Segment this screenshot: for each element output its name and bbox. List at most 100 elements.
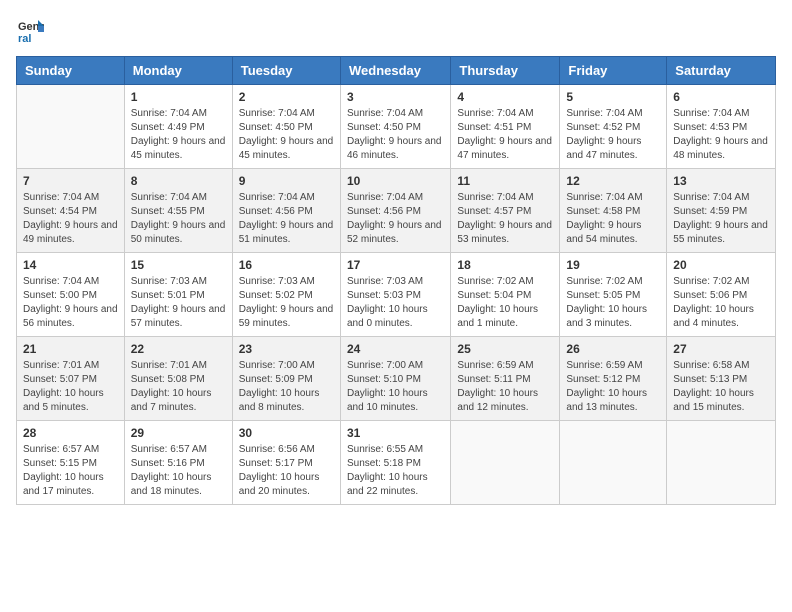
day-info: Sunrise: 6:58 AMSunset: 5:13 PMDaylight:… [673,359,769,415]
day-number: 3 [347,90,444,104]
daylight-text: Daylight: 10 hours and 0 minutes. [347,304,428,329]
calendar-cell: 7Sunrise: 7:04 AMSunset: 4:54 PMDaylight… [17,169,125,253]
calendar-week-row: 21Sunrise: 7:01 AMSunset: 5:07 PMDayligh… [17,337,776,421]
day-info: Sunrise: 7:02 AMSunset: 5:06 PMDaylight:… [673,275,769,331]
sunset-text: Sunset: 5:04 PM [457,290,531,301]
sunset-text: Sunset: 5:03 PM [347,290,421,301]
day-number: 31 [347,426,444,440]
calendar-cell: 27Sunrise: 6:58 AMSunset: 5:13 PMDayligh… [667,337,776,421]
daylight-text: Daylight: 10 hours and 7 minutes. [131,388,212,413]
sunset-text: Sunset: 5:02 PM [239,290,313,301]
calendar-cell: 5Sunrise: 7:04 AMSunset: 4:52 PMDaylight… [560,85,667,169]
sunset-text: Sunset: 5:07 PM [23,374,97,385]
daylight-text: Daylight: 9 hours and 51 minutes. [239,220,334,245]
calendar-cell: 17Sunrise: 7:03 AMSunset: 5:03 PMDayligh… [340,253,450,337]
sunset-text: Sunset: 4:58 PM [566,206,640,217]
sunset-text: Sunset: 4:51 PM [457,122,531,133]
calendar-cell: 29 Sunrise: 6:57 AM Sunset: 5:16 PM Dayligh… [124,421,232,505]
sunset-text: Sunset: 4:53 PM [673,122,747,133]
day-info: Sunrise: 7:04 AMSunset: 4:56 PMDaylight:… [347,191,444,247]
sunset-text: Sunset: 5:06 PM [673,290,747,301]
day-info: Sunrise: 7:04 AMSunset: 4:50 PMDaylight:… [239,107,334,163]
sunset-text: Sunset: 5:00 PM [23,290,97,301]
sunset-text: Sunset: 4:50 PM [239,122,313,133]
day-info: Sunrise: 7:04 AMSunset: 4:52 PMDaylight:… [566,107,660,163]
day-info: Sunrise: 7:04 AMSunset: 4:58 PMDaylight:… [566,191,660,247]
day-info: Sunrise: 6:57 AM Sunset: 5:16 PM Daylight:… [131,443,226,499]
day-info: Sunrise: 6:59 AMSunset: 5:11 PMDaylight:… [457,359,553,415]
day-number: 5 [566,90,660,104]
day-info: Sunrise: 6:57 AMSunset: 5:15 PMDaylight:… [23,443,118,499]
calendar-cell: 24 Sunrise: 7:00 AMSunset: 5:10 PMDayligh… [340,337,450,421]
day-info: Sunrise: 7:00 AMSunset: 5:09 PMDaylight:… [239,359,334,415]
sunrise-text: Sunrise: 6:57 AM [23,444,99,455]
calendar-cell: 12Sunrise: 7:04 AMSunset: 4:58 PMDayligh… [560,169,667,253]
sunrise-text: Sunrise: 7:04 AM [131,108,207,119]
day-number: 15 [131,258,226,272]
calendar-cell: 13Sunrise: 7:04 AMSunset: 4:59 PMDayligh… [667,169,776,253]
sunset-text: Sunset: 4:56 PM [239,206,313,217]
day-info: Sunrise: 6:56 AMSunset: 5:17 PMDaylight:… [239,443,334,499]
calendar-cell [17,85,125,169]
day-info: Sunrise: 7:04 AMSunset: 4:57 PMDaylight:… [457,191,553,247]
sunrise-text: Sunrise: 7:04 AM [566,108,642,119]
sunset-text: Sunset: 4:49 PM [131,122,205,133]
col-header-wednesday: Wednesday [340,57,450,85]
col-header-friday: Friday [560,57,667,85]
calendar-week-row: 14 Sunrise: 7:04 AMSunset: 5:00 PMDayligh… [17,253,776,337]
day-number: 10 [347,174,444,188]
sunset-text: Sunset: 5:01 PM [131,290,205,301]
daylight-text: Daylight: 9 hours and 45 minutes. [239,136,334,161]
sunset-text: Sunset: 5:18 PM [347,458,421,469]
daylight-text: Daylight: 9 hours and 45 minutes. [131,136,226,161]
sunrise-text: Sunrise: 7:04 AM [347,192,423,203]
calendar-cell: 31 Sunrise: 6:55 AMSunset: 5:18 PMDayligh… [340,421,450,505]
day-number: 14 [23,258,118,272]
daylight-text: Daylight: 9 hours and 50 minutes. [131,220,226,245]
day-number: 9 [239,174,334,188]
day-info: Sunrise: 7:04 AMSunset: 5:00 PMDaylight:… [23,275,118,331]
sunrise-text: Sunrise: 7:00 AM [347,360,423,371]
daylight-text: Daylight: 10 hours and 18 minutes. [131,472,212,497]
calendar-cell: 26Sunrise: 6:59 AMSunset: 5:12 PMDayligh… [560,337,667,421]
day-number: 30 [239,426,334,440]
day-info: Sunrise: 7:00 AMSunset: 5:10 PMDaylight:… [347,359,444,415]
sunrise-text: Sunrise: 7:04 AM [673,192,749,203]
day-number: 24 [347,342,444,356]
sunrise-text: Sunrise: 7:04 AM [131,192,207,203]
day-number: 23 [239,342,334,356]
day-number: 4 [457,90,553,104]
sunrise-text: Sunrise: 7:03 AM [239,276,315,287]
calendar-table: SundayMondayTuesdayWednesdayThursdayFrid… [16,56,776,505]
daylight-text: Daylight: 10 hours and 12 minutes. [457,388,538,413]
calendar-week-row: 28 Sunrise: 6:57 AMSunset: 5:15 PMDayligh… [17,421,776,505]
sunrise-text: Sunrise: 6:56 AM [239,444,315,455]
sunrise-text: Sunrise: 7:04 AM [673,108,749,119]
sunset-text: Sunset: 4:55 PM [131,206,205,217]
day-number: 19 [566,258,660,272]
day-info: Sunrise: 6:55 AMSunset: 5:18 PMDaylight:… [347,443,444,499]
sunset-text: Sunset: 5:16 PM [131,458,205,469]
sunset-text: Sunset: 4:52 PM [566,122,640,133]
calendar-cell: 28 Sunrise: 6:57 AMSunset: 5:15 PMDayligh… [17,421,125,505]
daylight-text: Daylight: 9 hours and 47 minutes. [457,136,552,161]
daylight-text: Daylight: 9 hours and 52 minutes. [347,220,442,245]
daylight-text: Daylight: 9 hours and 57 minutes. [131,304,226,329]
calendar-cell: 4Sunrise: 7:04 AMSunset: 4:51 PMDaylight… [451,85,560,169]
logo-icon: Gene ral [16,16,44,44]
daylight-text: Daylight: 10 hours and 22 minutes. [347,472,428,497]
calendar-cell: 2Sunrise: 7:04 AMSunset: 4:50 PMDaylight… [232,85,340,169]
sunrise-text: Sunrise: 6:57 AM [131,444,207,455]
daylight-text: Daylight: 9 hours and 48 minutes. [673,136,768,161]
daylight-text: Daylight: 9 hours and 59 minutes. [239,304,334,329]
day-number: 29 [131,426,226,440]
day-number: 28 [23,426,118,440]
sunrise-text: Sunrise: 7:01 AM [23,360,99,371]
day-info: Sunrise: 7:04 AMSunset: 4:54 PMDaylight:… [23,191,118,247]
col-header-sunday: Sunday [17,57,125,85]
day-number: 17 [347,258,444,272]
calendar-cell: 1Sunrise: 7:04 AMSunset: 4:49 PMDaylight… [124,85,232,169]
sunset-text: Sunset: 5:11 PM [457,374,530,385]
daylight-text: Daylight: 10 hours and 17 minutes. [23,472,104,497]
sunrise-text: Sunrise: 7:00 AM [239,360,315,371]
